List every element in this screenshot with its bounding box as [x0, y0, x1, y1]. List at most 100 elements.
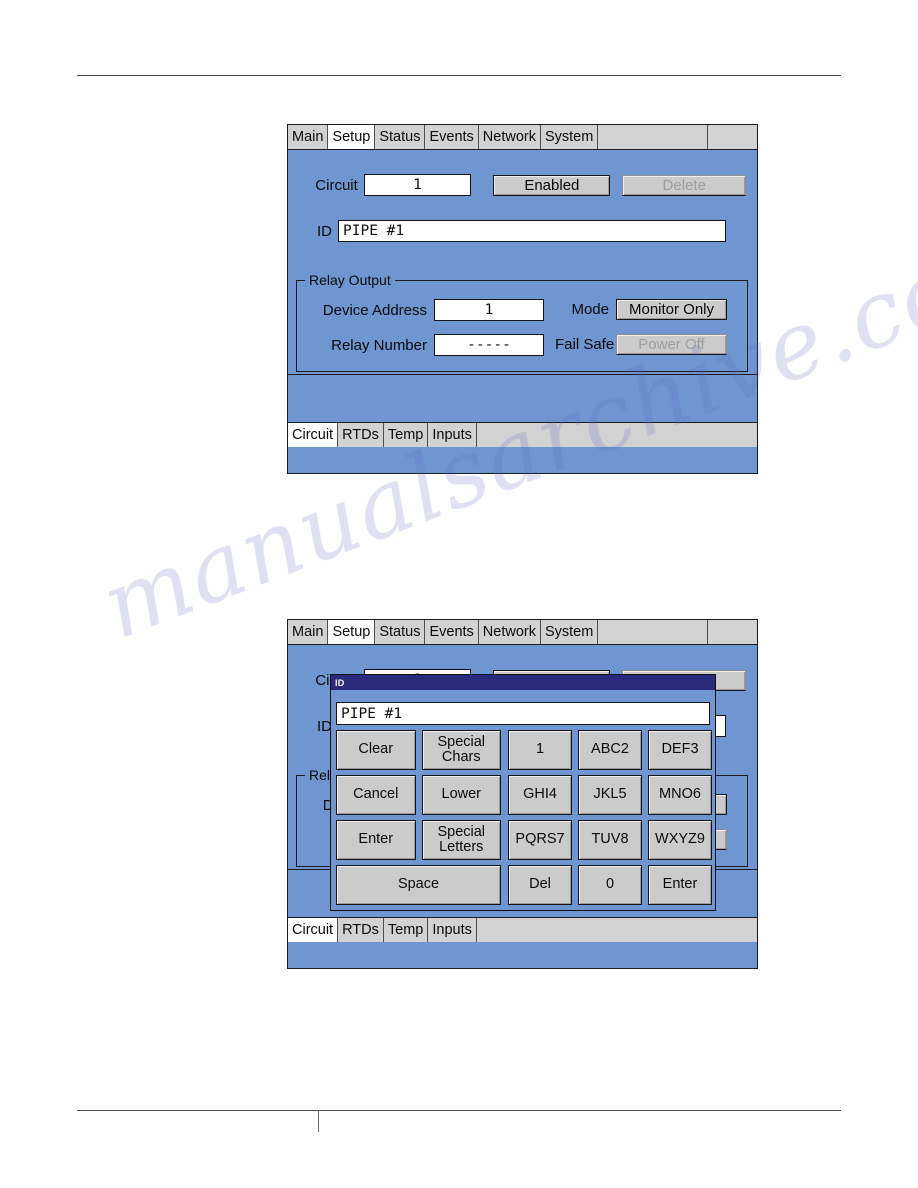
- key-abc2[interactable]: ABC2: [578, 730, 642, 770]
- bottom-tab-temp[interactable]: Temp: [383, 423, 429, 447]
- key-jkl5[interactable]: JKL5: [578, 775, 642, 815]
- key-def3[interactable]: DEF3: [648, 730, 712, 770]
- keypad-left-column: Clear Special Chars Cancel Lower Enter S…: [336, 730, 501, 910]
- key-special-chars[interactable]: Special Chars: [421, 730, 501, 770]
- onscreen-keyboard-dialog: ID PIPE #1 Clear Special Chars Cancel Lo…: [330, 674, 716, 911]
- keypad-titlebar: ID: [331, 675, 715, 690]
- bottom-tab-rtds[interactable]: RTDs: [338, 423, 384, 447]
- tab-events[interactable]: Events: [425, 620, 479, 644]
- keypad-row: Enter Special Letters: [336, 820, 501, 860]
- key-enter-left[interactable]: Enter: [336, 820, 416, 860]
- tab-filler-right: [708, 125, 757, 149]
- page-footer-rule: [77, 1110, 841, 1111]
- bottom-tab-temp[interactable]: Temp: [383, 918, 429, 942]
- tab-main[interactable]: Main: [288, 125, 329, 149]
- bottom-tab-inputs[interactable]: Inputs: [428, 918, 477, 942]
- bottom-tab-filler: [476, 918, 757, 942]
- id-row: ID PIPE #1: [306, 220, 746, 242]
- tab-network[interactable]: Network: [478, 620, 541, 644]
- key-0[interactable]: 0: [578, 865, 642, 905]
- status-strip: [288, 374, 757, 422]
- key-label-line2: Chars: [441, 749, 481, 765]
- top-tab-strip: Main Setup Status Events Network System: [288, 620, 757, 645]
- keypad-row: Del 0 Enter: [508, 865, 712, 905]
- top-tab-strip: Main Setup Status Events Network System: [288, 125, 757, 150]
- key-pqrs7[interactable]: PQRS7: [508, 820, 572, 860]
- circuit-row: Circuit 1 Enabled Delete: [306, 174, 746, 196]
- tab-main[interactable]: Main: [288, 620, 329, 644]
- device-address-row: Device Address 1: [307, 299, 544, 321]
- fail-safe-button[interactable]: Power Off: [616, 334, 727, 355]
- key-special-letters[interactable]: Special Letters: [421, 820, 501, 860]
- key-lower[interactable]: Lower: [421, 775, 501, 815]
- mode-button[interactable]: Monitor Only: [616, 299, 727, 320]
- tab-network[interactable]: Network: [478, 125, 541, 149]
- id-label: ID: [317, 717, 332, 735]
- key-cancel[interactable]: Cancel: [336, 775, 416, 815]
- relay-output-group: Relay Output Device Address 1 Relay Numb…: [296, 272, 748, 372]
- device-address-input[interactable]: 1: [434, 299, 544, 321]
- relay-number-row: Relay Number -----: [307, 334, 544, 356]
- tab-setup[interactable]: Setup: [328, 620, 376, 644]
- delete-button[interactable]: Delete: [622, 174, 746, 196]
- bottom-tab-bar: Circuit RTDs Temp Inputs: [288, 422, 757, 447]
- tab-events[interactable]: Events: [425, 125, 479, 149]
- key-del[interactable]: Del: [508, 865, 572, 905]
- tab-system[interactable]: System: [540, 620, 599, 644]
- key-label-line1: Clear: [358, 741, 394, 758]
- bottom-tab-rtds[interactable]: RTDs: [338, 918, 384, 942]
- tab-setup[interactable]: Setup: [328, 125, 376, 149]
- id-label: ID: [317, 222, 332, 240]
- mode-row: Mode Monitor Only: [565, 299, 727, 320]
- relay-number-input[interactable]: -----: [434, 334, 544, 356]
- key-label-line2: Letters: [439, 839, 484, 855]
- key-label-line1: Enter: [358, 831, 394, 848]
- key-space[interactable]: Space: [336, 865, 501, 905]
- bottom-tab-circuit[interactable]: Circuit: [288, 918, 339, 942]
- bottom-tab-bar: Circuit RTDs Temp Inputs: [288, 917, 757, 942]
- tab-filler-left: [598, 620, 709, 644]
- key-1[interactable]: 1: [508, 730, 572, 770]
- page-footer-tick: [318, 1110, 319, 1132]
- key-ghi4[interactable]: GHI4: [508, 775, 572, 815]
- enabled-button[interactable]: Enabled: [493, 174, 611, 196]
- bottom-tab-inputs[interactable]: Inputs: [428, 423, 477, 447]
- keypad-row: Cancel Lower: [336, 775, 501, 815]
- keypad-row: GHI4 JKL5 MNO6: [508, 775, 712, 815]
- bottom-tab-circuit[interactable]: Circuit: [288, 423, 339, 447]
- keypad-right-column: 1 ABC2 DEF3 GHI4 JKL5 MNO6 PQRS7 TUV8 WX…: [508, 730, 712, 910]
- id-input[interactable]: PIPE #1: [338, 220, 726, 242]
- panel-body: Circuit 1 Enabled Delete ID PIPE #1 Rela…: [288, 150, 757, 447]
- circuit-label: Circuit: [315, 176, 358, 194]
- key-wxyz9[interactable]: WXYZ9: [648, 820, 712, 860]
- relay-output-legend: Relay Output: [305, 272, 395, 288]
- key-label-line1: Special: [437, 823, 486, 840]
- keypad-grid: Clear Special Chars Cancel Lower Enter S…: [336, 730, 712, 910]
- keypad-row: 1 ABC2 DEF3: [508, 730, 712, 770]
- key-label-line1: Special: [437, 733, 486, 750]
- key-label-line1: Lower: [441, 786, 482, 803]
- relay-number-label: Relay Number: [331, 336, 427, 354]
- mode-label: Mode: [571, 301, 609, 318]
- key-enter[interactable]: Enter: [648, 865, 712, 905]
- tab-filler-left: [598, 125, 709, 149]
- keypad-title: ID: [335, 677, 345, 688]
- tab-system[interactable]: System: [540, 125, 599, 149]
- tab-status[interactable]: Status: [375, 620, 426, 644]
- key-clear[interactable]: Clear: [336, 730, 416, 770]
- key-tuv8[interactable]: TUV8: [578, 820, 642, 860]
- tab-filler-right: [708, 620, 757, 644]
- circuit-input[interactable]: 1: [363, 174, 472, 196]
- device-screen-setup-circuit: Main Setup Status Events Network System …: [287, 124, 758, 474]
- page-header-rule: [77, 75, 841, 76]
- keypad-row: PQRS7 TUV8 WXYZ9: [508, 820, 712, 860]
- device-address-label: Device Address: [322, 301, 427, 319]
- keypad-text-entry[interactable]: PIPE #1: [336, 702, 710, 725]
- keypad-row: Clear Special Chars: [336, 730, 501, 770]
- bottom-tab-filler: [476, 423, 757, 447]
- key-mno6[interactable]: MNO6: [648, 775, 712, 815]
- key-label-line1: Cancel: [353, 786, 399, 803]
- fail-safe-label: Fail Safe: [555, 336, 615, 353]
- tab-status[interactable]: Status: [375, 125, 426, 149]
- fail-safe-row: Fail Safe Power Off: [555, 334, 727, 355]
